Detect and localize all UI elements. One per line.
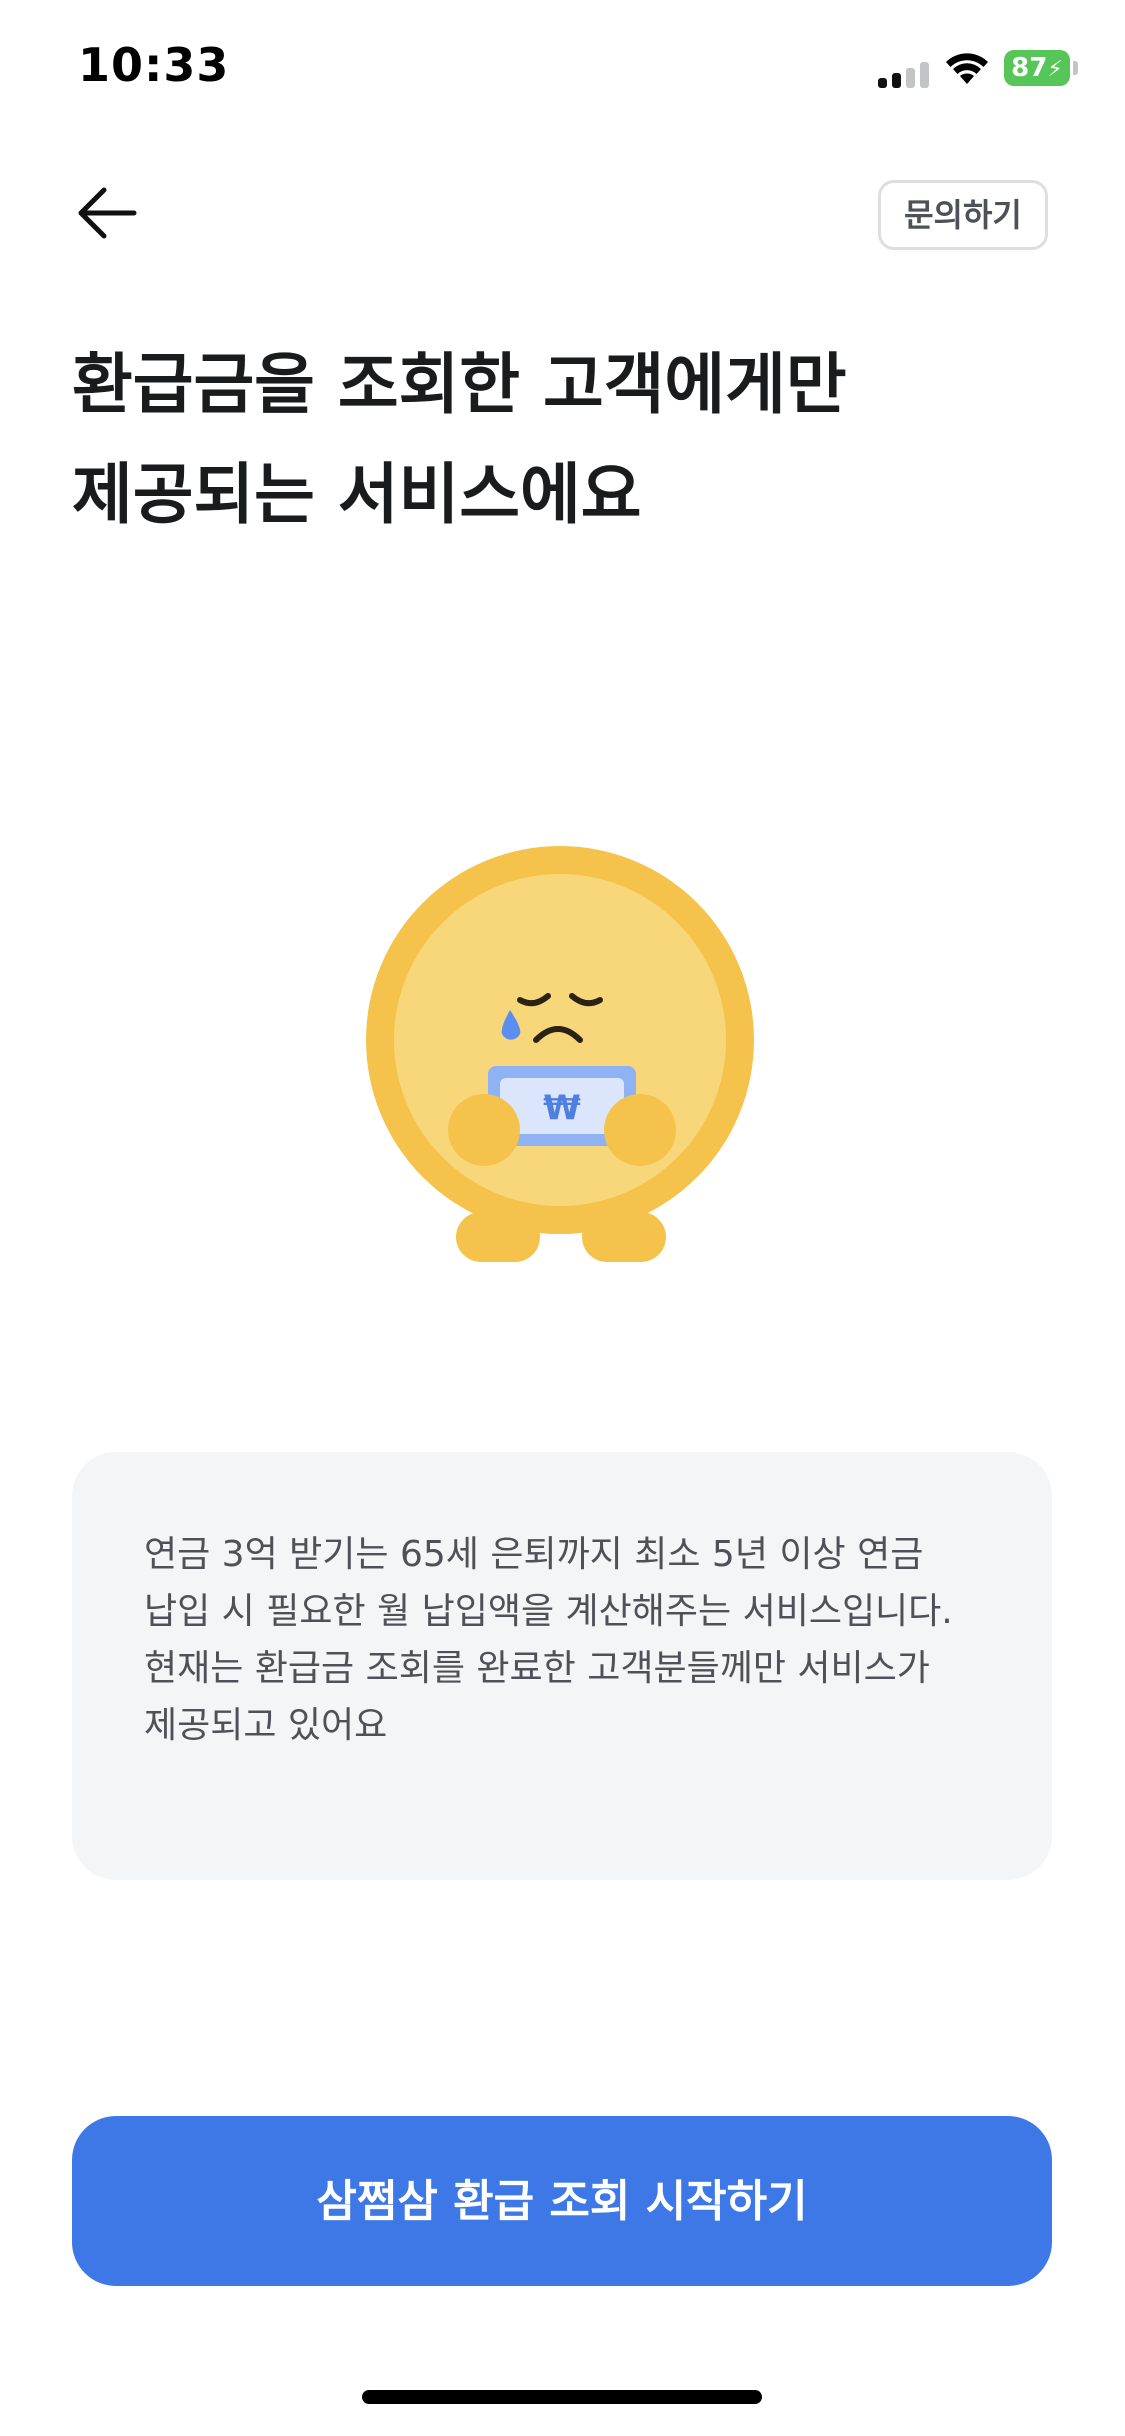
info-card: 연금 3억 받기는 65세 은퇴까지 최소 5년 이상 연금 납입 시 필요한 … <box>72 1452 1052 1880</box>
arrow-left-icon <box>78 187 137 239</box>
info-notice: 현재는 환급금 조회를 완료한 고객분들께만 서비스가 제공되고 있어요 <box>144 1648 930 1746</box>
status-bar: 10:33 87⚡ <box>0 0 1125 140</box>
start-refund-inquiry-button[interactable]: 삼쩜삼 환급 조회 시작하기 <box>72 2116 1052 2286</box>
battery-charging-icon: 87⚡ <box>1004 50 1070 86</box>
wifi-icon <box>946 53 988 84</box>
battery-tip <box>1073 61 1078 75</box>
mascot-svg: ₩ <box>366 846 754 1262</box>
page-title: 환급금을 조회한 고객에게만 제공되는 서비스에요 <box>72 346 847 533</box>
sad-coin-mascot-icon: ₩ <box>360 840 760 1280</box>
charging-bolt-icon: ⚡ <box>1047 57 1063 82</box>
signal-icon <box>878 62 932 88</box>
battery-level: 87 <box>1011 53 1048 83</box>
info-description: 연금 3억 받기는 65세 은퇴까지 최소 5년 이상 연금 납입 시 필요한 … <box>144 1534 953 1632</box>
banknote-symbol: ₩ <box>543 1088 581 1128</box>
home-indicator[interactable] <box>362 2390 762 2404</box>
back-button[interactable] <box>70 176 144 250</box>
inquiry-button[interactable]: 문의하기 <box>878 180 1048 250</box>
status-time: 10:33 <box>78 38 230 92</box>
